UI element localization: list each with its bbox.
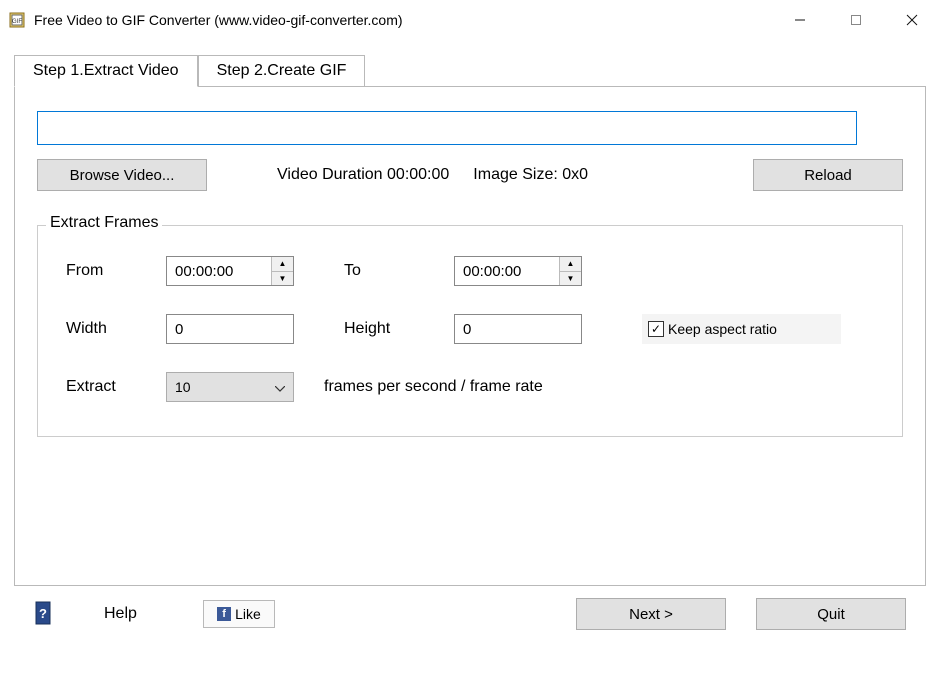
app-icon: GIF [8, 11, 26, 29]
quit-button[interactable]: Quit [756, 598, 906, 630]
to-down-icon[interactable]: ▼ [560, 272, 581, 286]
from-up-icon[interactable]: ▲ [272, 257, 293, 272]
video-info: Video Duration 00:00:00 Image Size: 0x0 [277, 166, 588, 184]
reload-button[interactable]: Reload [753, 159, 903, 191]
width-input[interactable] [166, 314, 294, 344]
framerate-select[interactable]: 10 [166, 372, 294, 402]
help-icon[interactable]: ? [34, 600, 54, 628]
help-link[interactable]: Help [104, 605, 137, 623]
tab-strip: Step 1.Extract Video Step 2.Create GIF [14, 54, 926, 86]
maximize-button[interactable] [828, 0, 884, 40]
framerate-suffix: frames per second / frame rate [324, 378, 543, 396]
content-area: Step 1.Extract Video Step 2.Create GIF B… [0, 40, 940, 640]
from-time-input[interactable]: 00:00:00 ▲ ▼ [166, 256, 294, 286]
svg-text:GIF: GIF [12, 19, 22, 25]
extract-frames-legend: Extract Frames [46, 214, 162, 232]
extract-frames-group: Extract Frames From 00:00:00 ▲ ▼ To 00:0… [37, 225, 903, 437]
tab-step1[interactable]: Step 1.Extract Video [14, 55, 198, 87]
close-button[interactable] [884, 0, 940, 40]
chevron-down-icon [275, 379, 285, 395]
browse-video-button[interactable]: Browse Video... [37, 159, 207, 191]
keep-aspect-checkbox[interactable]: ✓ Keep aspect ratio [642, 314, 841, 344]
minimize-button[interactable] [772, 0, 828, 40]
window-title: Free Video to GIF Converter (www.video-g… [34, 12, 772, 28]
next-button[interactable]: Next > [576, 598, 726, 630]
height-input[interactable] [454, 314, 582, 344]
duration-info: Video Duration 00:00:00 [277, 166, 449, 184]
from-down-icon[interactable]: ▼ [272, 272, 293, 286]
to-up-icon[interactable]: ▲ [560, 257, 581, 272]
height-label: Height [344, 320, 454, 338]
imagesize-info: Image Size: 0x0 [473, 166, 588, 184]
extract-label: Extract [56, 378, 166, 396]
like-button[interactable]: f Like [203, 600, 275, 628]
svg-text:?: ? [39, 606, 47, 621]
facebook-icon: f [217, 607, 231, 621]
tab-step2[interactable]: Step 2.Create GIF [198, 55, 366, 86]
tab-page-step1: Browse Video... Video Duration 00:00:00 … [14, 86, 926, 586]
from-label: From [56, 262, 166, 280]
to-label: To [344, 262, 454, 280]
checkmark-icon: ✓ [648, 321, 664, 337]
bottom-bar: ? Help f Like Next > Quit [14, 586, 926, 630]
video-path-input[interactable] [37, 111, 857, 145]
window-controls [772, 0, 940, 40]
width-label: Width [56, 320, 166, 338]
titlebar: GIF Free Video to GIF Converter (www.vid… [0, 0, 940, 40]
to-time-input[interactable]: 00:00:00 ▲ ▼ [454, 256, 582, 286]
